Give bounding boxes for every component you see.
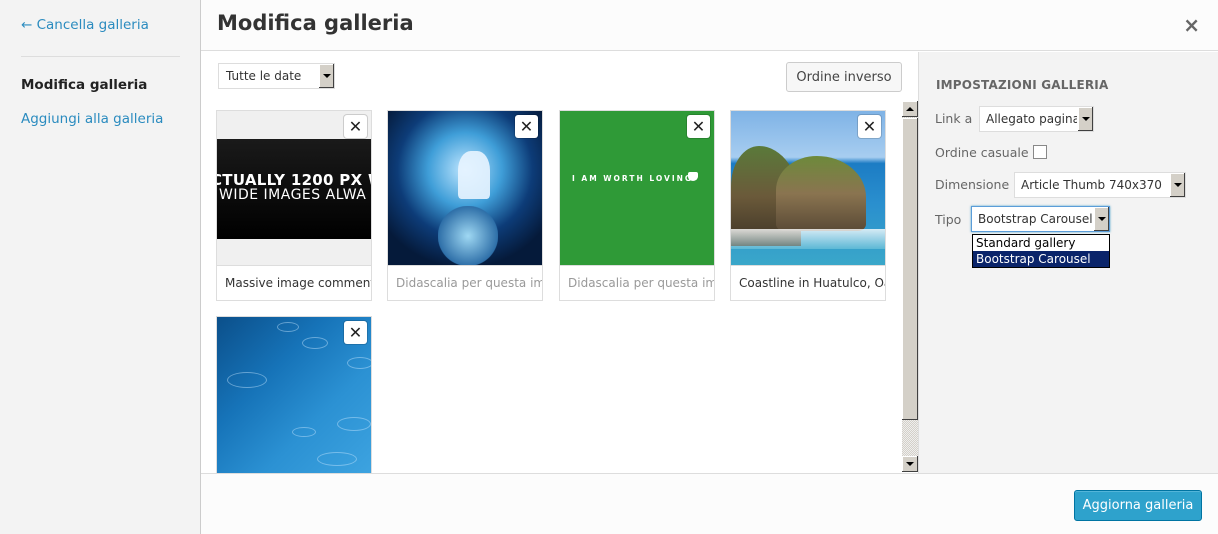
close-icon[interactable]: × [1183,13,1200,37]
ripple [317,452,357,466]
image-text: I AM WORTH LOVING [572,174,694,183]
image-text: WIDE IMAGES ALWA [219,187,367,203]
size-label: Dimensione [935,177,1010,192]
unicorn-shape [458,151,490,199]
surf-shape [731,229,885,249]
diamond-icon [688,172,698,181]
chevron-down-icon[interactable] [1077,107,1093,131]
ripple [302,337,328,349]
scroll-down-icon[interactable] [902,456,918,472]
size-select[interactable]: Article Thumb 740x370 [1014,172,1186,198]
remove-icon[interactable]: ✕ [344,115,367,138]
remove-icon[interactable]: ✕ [687,115,710,138]
rock-shape [776,156,866,231]
modal-title: Modifica galleria [217,11,414,35]
cancel-gallery-link[interactable]: ← Cancella galleria [21,17,149,33]
chevron-down-icon[interactable] [1093,207,1109,231]
ripple [277,322,299,332]
menu-item-add-to-gallery[interactable]: Aggiungi alla galleria [21,111,163,127]
ripple [227,372,267,388]
ripple [337,417,371,431]
type-value: Bootstrap Carousel [978,212,1093,226]
link-to-label: Link a [935,111,973,126]
settings-heading: Impostazioni galleria [936,78,1109,92]
rocks-shape [438,206,498,265]
random-order-checkbox[interactable] [1033,145,1047,159]
remove-icon[interactable]: ✕ [344,321,367,344]
chevron-down-icon[interactable] [1169,173,1185,197]
type-label: Tipo [935,212,962,227]
menu-item-edit-gallery[interactable]: Modifica galleria [21,77,147,93]
remove-icon[interactable]: ✕ [858,115,881,138]
modal-footer: Aggiorna galleria [201,473,1218,534]
gallery-edit-modal: ← Cancella galleria Modifica galleria Ag… [0,0,1218,534]
scrollbar-thumb[interactable] [902,118,918,420]
type-option-standard[interactable]: Standard gallery [973,235,1109,251]
size-value: Article Thumb 740x370 [1021,178,1162,192]
update-gallery-button[interactable]: Aggiorna galleria [1074,490,1202,521]
chevron-down-icon[interactable] [318,64,334,88]
gallery-scrollbar[interactable] [902,101,918,472]
ripple [292,427,316,437]
date-filter-value: Tutte le date [226,69,302,83]
caption-input[interactable]: Didascalia per questa im [387,266,543,301]
caption-input[interactable]: Massive image comment [216,266,372,301]
scroll-up-icon[interactable] [902,101,918,117]
reverse-order-button[interactable]: Ordine inverso [786,62,902,92]
ripple [347,357,371,369]
link-to-select[interactable]: Allegato pagina [979,106,1094,132]
date-filter-select[interactable]: Tutte le date [218,63,335,89]
caption-input[interactable]: Coastline in Huatulco, Oa [730,266,886,301]
media-menu: ← Cancella galleria Modifica galleria Ag… [0,0,201,534]
menu-separator [21,56,180,57]
gallery-item-thumbnail[interactable]: ✕ [387,110,543,266]
gallery-item-thumbnail[interactable]: ✕ [216,316,372,473]
remove-icon[interactable]: ✕ [515,115,538,138]
gallery-item-thumbnail[interactable]: ✕ [730,110,886,266]
type-select[interactable]: Bootstrap Carousel [971,206,1110,232]
gallery-item-thumbnail[interactable]: I AM WORTH LOVING ✕ [559,110,715,266]
gallery-item-thumbnail[interactable]: CTUALLY 1200 PX W WIDE IMAGES ALWA ✕ [216,110,372,266]
link-to-value: Allegato pagina [986,112,1080,126]
random-order-label: Ordine casuale [935,145,1029,160]
type-option-bootstrap[interactable]: Bootstrap Carousel [973,251,1109,267]
type-dropdown-list: Standard gallery Bootstrap Carousel [972,234,1110,268]
modal-title-bar: Modifica galleria × [201,0,1218,51]
caption-input[interactable]: Didascalia per questa im [559,266,715,301]
